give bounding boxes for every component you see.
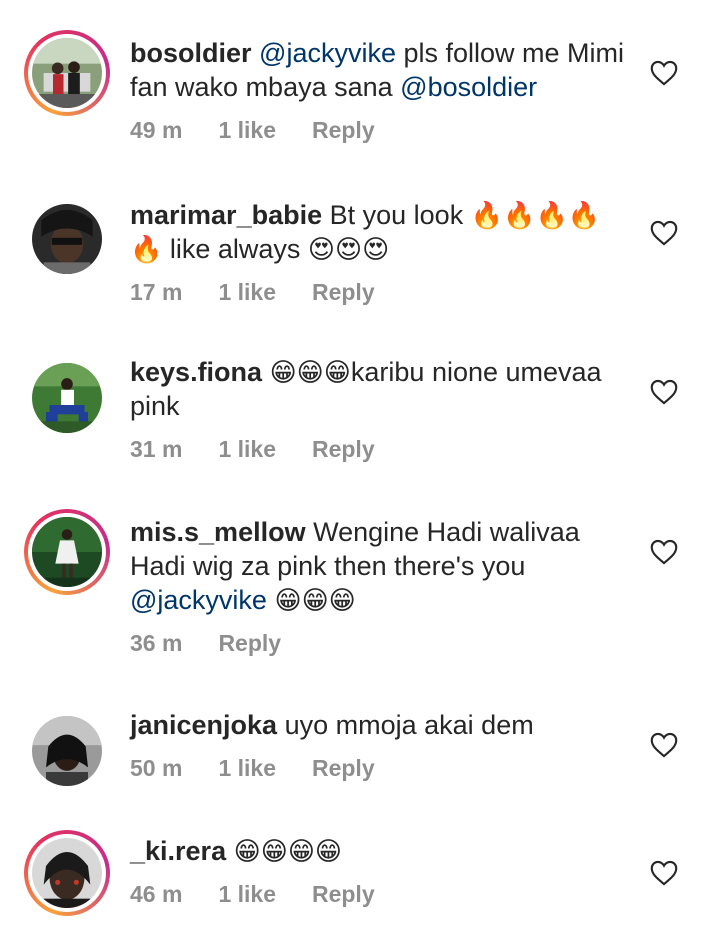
username-link[interactable]: marimar_babie (130, 200, 322, 230)
avatar (32, 204, 102, 274)
heart-outline-icon[interactable] (650, 539, 678, 565)
comment-text: marimar_babie Bt you look 🔥🔥🔥🔥🔥 like alw… (130, 198, 630, 266)
reply-button[interactable]: Reply (312, 114, 375, 146)
reply-button[interactable]: Reply (312, 878, 375, 910)
heart-outline-icon[interactable] (650, 220, 678, 246)
heart-outline-icon[interactable] (650, 60, 678, 86)
username-link[interactable]: bosoldier (130, 38, 252, 68)
reply-button[interactable]: Reply (312, 433, 375, 465)
grin-emoji: 😁😁😁 (274, 585, 356, 615)
comment-meta: 36 m Reply (130, 627, 630, 659)
username-link[interactable]: _ki.rera (130, 836, 226, 866)
timestamp: 49 m (130, 117, 183, 143)
comment-meta: 31 m 1 like Reply (130, 433, 630, 465)
comment-meta: 50 m 1 like Reply (130, 752, 630, 784)
comment-text: _ki.rera 😁😁😁😁 (130, 834, 630, 868)
comment-body: Bt you look (329, 200, 471, 230)
mention-link[interactable]: @jackyvike (130, 585, 267, 615)
heart-outline-icon[interactable] (650, 860, 678, 886)
reply-button[interactable]: Reply (312, 752, 375, 784)
like-count[interactable]: 1 like (218, 878, 276, 910)
reply-button[interactable]: Reply (218, 627, 281, 659)
grin-emoji: 😁😁😁 (269, 357, 351, 387)
comment-text: bosoldier @jackyvike pls follow me Mimi … (130, 36, 630, 104)
comment-meta: 46 m 1 like Reply (130, 878, 630, 910)
timestamp: 31 m (130, 436, 183, 462)
username-link[interactable]: mis.s_mellow (130, 517, 306, 547)
avatar (32, 38, 102, 108)
heart-eyes-emoji: 😍😍😍 (307, 234, 390, 264)
comment-body: like always (162, 234, 308, 264)
avatar-wrap[interactable] (24, 196, 110, 282)
comment-text: keys.fiona 😁😁😁karibu nione umevaa pink (130, 355, 630, 423)
like-count[interactable]: 1 like (218, 433, 276, 465)
avatar (32, 517, 102, 587)
avatar (32, 716, 102, 786)
avatar-story-ring[interactable] (24, 509, 110, 595)
avatar (32, 363, 102, 433)
grin-emoji: 😁😁😁😁 (233, 836, 343, 866)
timestamp: 17 m (130, 279, 183, 305)
username-link[interactable]: janicenjoka (130, 710, 277, 740)
comment-text: janicenjoka uyo mmoja akai dem (130, 708, 630, 742)
comment-body: uyo mmoja akai dem (284, 710, 534, 740)
heart-outline-icon[interactable] (650, 379, 678, 405)
comment-text: mis.s_mellow Wengine Hadi walivaa Hadi w… (130, 515, 630, 617)
heart-outline-icon[interactable] (650, 732, 678, 758)
mention-link[interactable]: @jackyvike (259, 38, 396, 68)
like-count[interactable]: 1 like (218, 276, 276, 308)
avatar-wrap[interactable] (24, 708, 110, 794)
username-link[interactable]: keys.fiona (130, 357, 262, 387)
timestamp: 36 m (130, 630, 183, 656)
reply-button[interactable]: Reply (312, 276, 375, 308)
mention-link[interactable]: @bosoldier (400, 72, 537, 102)
avatar-wrap[interactable] (24, 355, 110, 441)
comment-meta: 49 m 1 like Reply (130, 114, 630, 146)
comment-meta: 17 m 1 like Reply (130, 276, 630, 308)
like-count[interactable]: 1 like (218, 752, 276, 784)
avatar-story-ring[interactable] (24, 30, 110, 116)
timestamp: 46 m (130, 881, 183, 907)
timestamp: 50 m (130, 755, 183, 781)
avatar-story-ring[interactable] (24, 830, 110, 916)
avatar (32, 838, 102, 908)
like-count[interactable]: 1 like (218, 114, 276, 146)
